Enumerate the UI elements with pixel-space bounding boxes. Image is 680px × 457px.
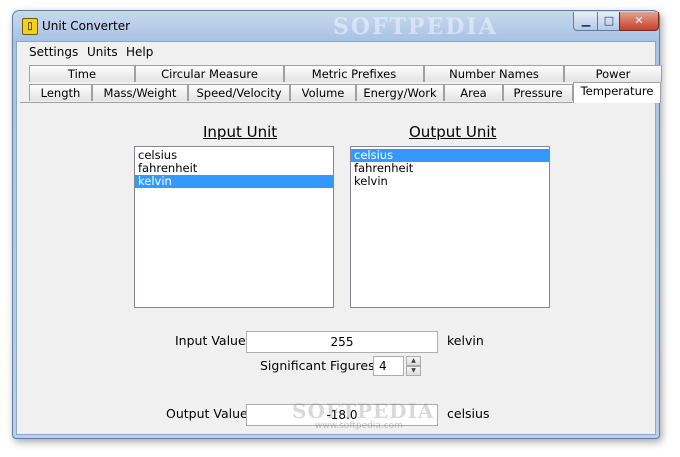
tab-mass-weight[interactable]: Mass/Weight	[92, 84, 188, 101]
tab-speed-velocity[interactable]: Speed/Velocity	[188, 84, 290, 101]
menu-bar: Settings Units Help	[17, 42, 655, 62]
input-unit-header: Input Unit	[203, 123, 278, 141]
calculator-icon: ▯	[22, 18, 38, 35]
tab-pressure[interactable]: Pressure	[503, 84, 573, 101]
title-bar[interactable]: ▯ Unit Converter SOFTPEDIA ▁ □ ✕	[13, 11, 659, 41]
spin-up-icon[interactable]: ▲	[406, 356, 421, 366]
temperature-panel: Input Unit Output Unit celsius fahrenhei…	[20, 102, 652, 431]
significant-figures-label: Significant Figures:	[260, 358, 379, 373]
tab-number-names[interactable]: Number Names	[424, 65, 564, 82]
significant-figures-spinner: ▲ ▼	[406, 356, 421, 376]
list-item-selected[interactable]: kelvin	[135, 175, 333, 188]
menu-units[interactable]: Units	[87, 45, 118, 59]
app-window: ▯ Unit Converter SOFTPEDIA ▁ □ ✕ Setting…	[12, 10, 662, 439]
tab-temperature[interactable]: Temperature	[573, 82, 661, 103]
close-button[interactable]: ✕	[619, 12, 659, 31]
output-unit-list[interactable]: celsius fahrenheit kelvin	[350, 146, 550, 308]
menu-settings[interactable]: Settings	[29, 45, 78, 59]
tab-row-back: Time Circular Measure Metric Prefixes Nu…	[29, 65, 662, 82]
tab-circular-measure[interactable]: Circular Measure	[135, 65, 284, 82]
input-value-field[interactable]: 255	[246, 331, 438, 353]
watermark-overlay: SOFTPEDIA	[292, 399, 435, 423]
tab-energy-work[interactable]: Energy/Work	[356, 84, 444, 101]
tab-length[interactable]: Length	[29, 84, 92, 101]
output-unit-suffix: celsius	[447, 406, 490, 421]
tab-power[interactable]: Power	[564, 65, 662, 82]
tab-row-front: Length Mass/Weight Speed/Velocity Volume…	[29, 82, 661, 103]
minimize-button[interactable]: ▁	[573, 12, 599, 31]
spin-down-icon[interactable]: ▼	[406, 366, 421, 376]
tab-metric-prefixes[interactable]: Metric Prefixes	[284, 65, 424, 82]
output-value-label: Output Value:	[166, 406, 252, 421]
input-unit-suffix: kelvin	[447, 333, 484, 348]
menu-help[interactable]: Help	[126, 45, 153, 59]
output-unit-header: Output Unit	[409, 123, 497, 141]
watermark-text: SOFTPEDIA	[333, 14, 498, 40]
list-item[interactable]: kelvin	[351, 175, 549, 188]
client-area: Settings Units Help Time Circular Measur…	[16, 41, 662, 435]
tab-area[interactable]: Area	[444, 84, 503, 101]
input-unit-list[interactable]: celsius fahrenheit kelvin	[134, 146, 334, 308]
input-value-label: Input Value:	[175, 333, 250, 348]
maximize-button[interactable]: □	[597, 12, 621, 31]
tab-time[interactable]: Time	[29, 65, 135, 82]
watermark-url: www.softpedia.com	[315, 421, 403, 431]
window-title: Unit Converter	[42, 19, 131, 33]
tab-volume[interactable]: Volume	[290, 84, 356, 101]
significant-figures-field[interactable]: 4	[373, 356, 404, 376]
